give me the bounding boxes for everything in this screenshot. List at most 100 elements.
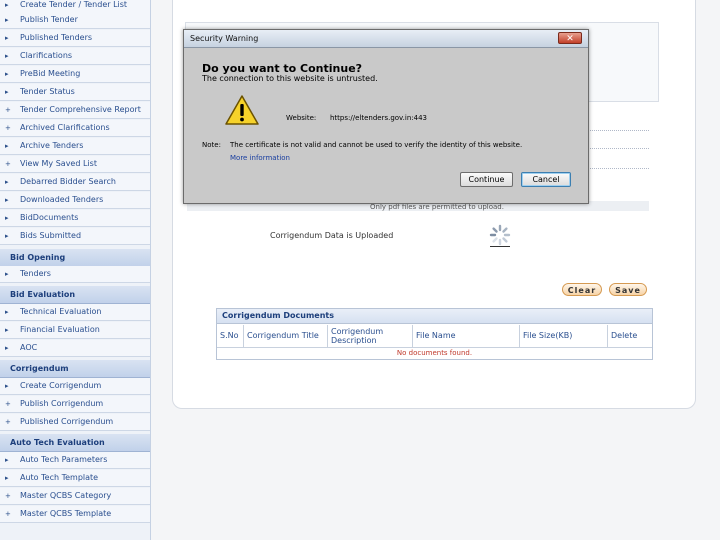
more-information-link[interactable]: More information [230, 154, 290, 162]
sidebar-item-label: Publish Tender [20, 15, 78, 24]
sidebar-section-corrigendum[interactable]: Corrigendum [0, 360, 150, 378]
sidebar-item-label: Financial Evaluation [20, 325, 100, 334]
sidebar-item-label: Published Tenders [20, 33, 93, 42]
warning-triangle-icon [225, 95, 259, 125]
sidebar-item-publish-corrigendum[interactable]: + Publish Corrigendum [0, 396, 150, 413]
sidebar-item-clarifications[interactable]: ▸ Clarifications [0, 48, 150, 65]
close-icon[interactable]: ✕ [558, 32, 582, 44]
chevron-right-icon: ▸ [5, 16, 9, 24]
expand-plus-icon: + [5, 492, 11, 500]
sidebar-item-label: BidDocuments [20, 213, 79, 222]
sidebar-item-label: Archived Clarifications [20, 123, 110, 132]
sidebar-item-financial-evaluation[interactable]: ▸ Financial Evaluation [0, 322, 150, 339]
clear-button[interactable]: Clear [562, 283, 602, 296]
column-header-sno: S.No [217, 325, 244, 347]
chevron-right-icon: ▸ [5, 382, 9, 390]
sidebar-section-title: Auto Tech Evaluation [10, 438, 105, 447]
sidebar-item-published-corrigendum[interactable]: + Published Corrigendum [0, 414, 150, 431]
column-header-delete: Delete [611, 331, 638, 340]
dialog-titlebar[interactable]: Security Warning ✕ [184, 30, 588, 48]
chevron-right-icon: ▸ [5, 52, 9, 60]
sidebar-item-master-qcbs-category[interactable]: + Master QCBS Category [0, 488, 150, 505]
loading-spinner-icon [489, 224, 511, 247]
sidebar-item-prebid-meeting[interactable]: ▸ PreBid Meeting [0, 66, 150, 83]
save-button[interactable]: Save [609, 283, 647, 296]
sidebar-item-tender-status[interactable]: ▸ Tender Status [0, 84, 150, 101]
sidebar-item-aoc[interactable]: ▸ AOC [0, 340, 150, 357]
sidebar-item-label: Published Corrigendum [20, 417, 114, 426]
sidebar: ▸ Create Tender / Tender List ▸ Publish Ten… [0, 0, 151, 540]
security-warning-dialog: Security Warning ✕ Do you want to Contin… [183, 29, 589, 204]
sidebar-item-label: Clarifications [20, 51, 73, 60]
sidebar-item-master-qcbs-template[interactable]: + Master QCBS Template [0, 506, 150, 523]
chevron-right-icon: ▸ [5, 214, 9, 222]
chevron-right-icon: ▸ [5, 308, 9, 316]
chevron-right-icon: ▸ [5, 178, 9, 186]
sidebar-item-biddocuments[interactable]: ▸ BidDocuments [0, 210, 150, 227]
sidebar-item-label: Debarred Bidder Search [20, 177, 116, 186]
table-title: Corrigendum Documents [222, 311, 335, 320]
sidebar-item-label: Create Tender / Tender List [20, 0, 128, 9]
empty-table-message: No documents found. [217, 347, 652, 359]
sidebar-item-auto-tech-template[interactable]: ▸ Auto Tech Template [0, 470, 150, 487]
sidebar-section-auto-tech-evaluation[interactable]: Auto Tech Evaluation [0, 434, 150, 452]
column-header-file-name: File Name [413, 325, 520, 347]
expand-plus-icon: + [5, 106, 11, 114]
sidebar-item-label: Auto Tech Parameters [20, 455, 108, 464]
expand-plus-icon: + [5, 124, 11, 132]
chevron-right-icon: ▸ [5, 344, 9, 352]
corrigendum-documents-table: Corrigendum Documents S.No Corrigendum T… [216, 308, 653, 360]
sidebar-item-label: Archive Tenders [20, 141, 84, 150]
continue-button[interactable]: Continue [460, 172, 513, 187]
expand-plus-icon: + [5, 160, 11, 168]
column-header-description: Corrigendum Description [328, 325, 413, 347]
sidebar-section-title: Bid Opening [10, 253, 66, 262]
sidebar-item-label: AOC [20, 343, 38, 352]
upload-status-label: Corrigendum Data is Uploaded [270, 231, 394, 240]
column-header-file-size: File Size(KB) [520, 325, 608, 347]
sidebar-item-bids-submitted[interactable]: ▸ Bids Submitted [0, 228, 150, 245]
chevron-right-icon: ▸ [5, 142, 9, 150]
sidebar-section-bid-opening[interactable]: Bid Opening [0, 249, 150, 267]
sidebar-item-archive-tenders[interactable]: ▸ Archive Tenders [0, 138, 150, 155]
sidebar-item-view-my-saved-list[interactable]: + View My Saved List [0, 156, 150, 173]
sidebar-item-publish-tender[interactable]: ▸ Publish Tender [0, 12, 150, 29]
expand-plus-icon: + [5, 400, 11, 408]
sidebar-item-tender-comprehensive-report[interactable]: + Tender Comprehensive Report [0, 102, 150, 119]
sidebar-item-label: Technical Evaluation [20, 307, 102, 316]
sidebar-item-label: Master QCBS Category [20, 491, 112, 500]
sidebar-item-auto-tech-parameters[interactable]: ▸ Auto Tech Parameters [0, 452, 150, 469]
website-label: Website: [286, 114, 317, 122]
sidebar-item-tenders[interactable]: ▸ Tenders [0, 266, 150, 283]
dialog-subheading: The connection to this website is untrus… [202, 74, 378, 83]
website-url: https://eltenders.gov.in:443 [330, 114, 427, 122]
sidebar-item-label: Downloaded Tenders [20, 195, 104, 204]
note-text: The certificate is not valid and cannot … [230, 141, 523, 149]
sidebar-item-label: View My Saved List [20, 159, 97, 168]
note-label: Note: [202, 141, 221, 149]
sidebar-item-label: Create Corrigendum [20, 381, 102, 390]
chevron-right-icon: ▸ [5, 1, 9, 9]
sidebar-item-debarred-bidder-search[interactable]: ▸ Debarred Bidder Search [0, 174, 150, 191]
sidebar-item-published-tenders[interactable]: ▸ Published Tenders [0, 30, 150, 47]
sidebar-section-title: Bid Evaluation [10, 290, 76, 299]
sidebar-item-label: Tender Status [20, 87, 75, 96]
sidebar-item-downloaded-tenders[interactable]: ▸ Downloaded Tenders [0, 192, 150, 209]
chevron-right-icon: ▸ [5, 270, 9, 278]
sidebar-item-label: Auto Tech Template [20, 473, 99, 482]
dialog-title: Security Warning [190, 34, 259, 43]
pdf-note: Only pdf files are permitted to upload. [370, 203, 504, 211]
expand-plus-icon: + [5, 510, 11, 518]
cancel-button[interactable]: Cancel [521, 172, 571, 187]
chevron-right-icon: ▸ [5, 34, 9, 42]
sidebar-section-title: Corrigendum [10, 364, 69, 373]
table-title-bar: Corrigendum Documents [217, 309, 652, 324]
sidebar-section-bid-evaluation[interactable]: Bid Evaluation [0, 286, 150, 304]
sidebar-item-technical-evaluation[interactable]: ▸ Technical Evaluation [0, 304, 150, 321]
sidebar-item-label: Publish Corrigendum [20, 399, 104, 408]
sidebar-item-create-corrigendum[interactable]: ▸ Create Corrigendum [0, 378, 150, 395]
chevron-right-icon: ▸ [5, 88, 9, 96]
expand-plus-icon: + [5, 418, 11, 426]
sidebar-item-archived-clarifications[interactable]: + Archived Clarifications [0, 120, 150, 137]
chevron-right-icon: ▸ [5, 196, 9, 204]
